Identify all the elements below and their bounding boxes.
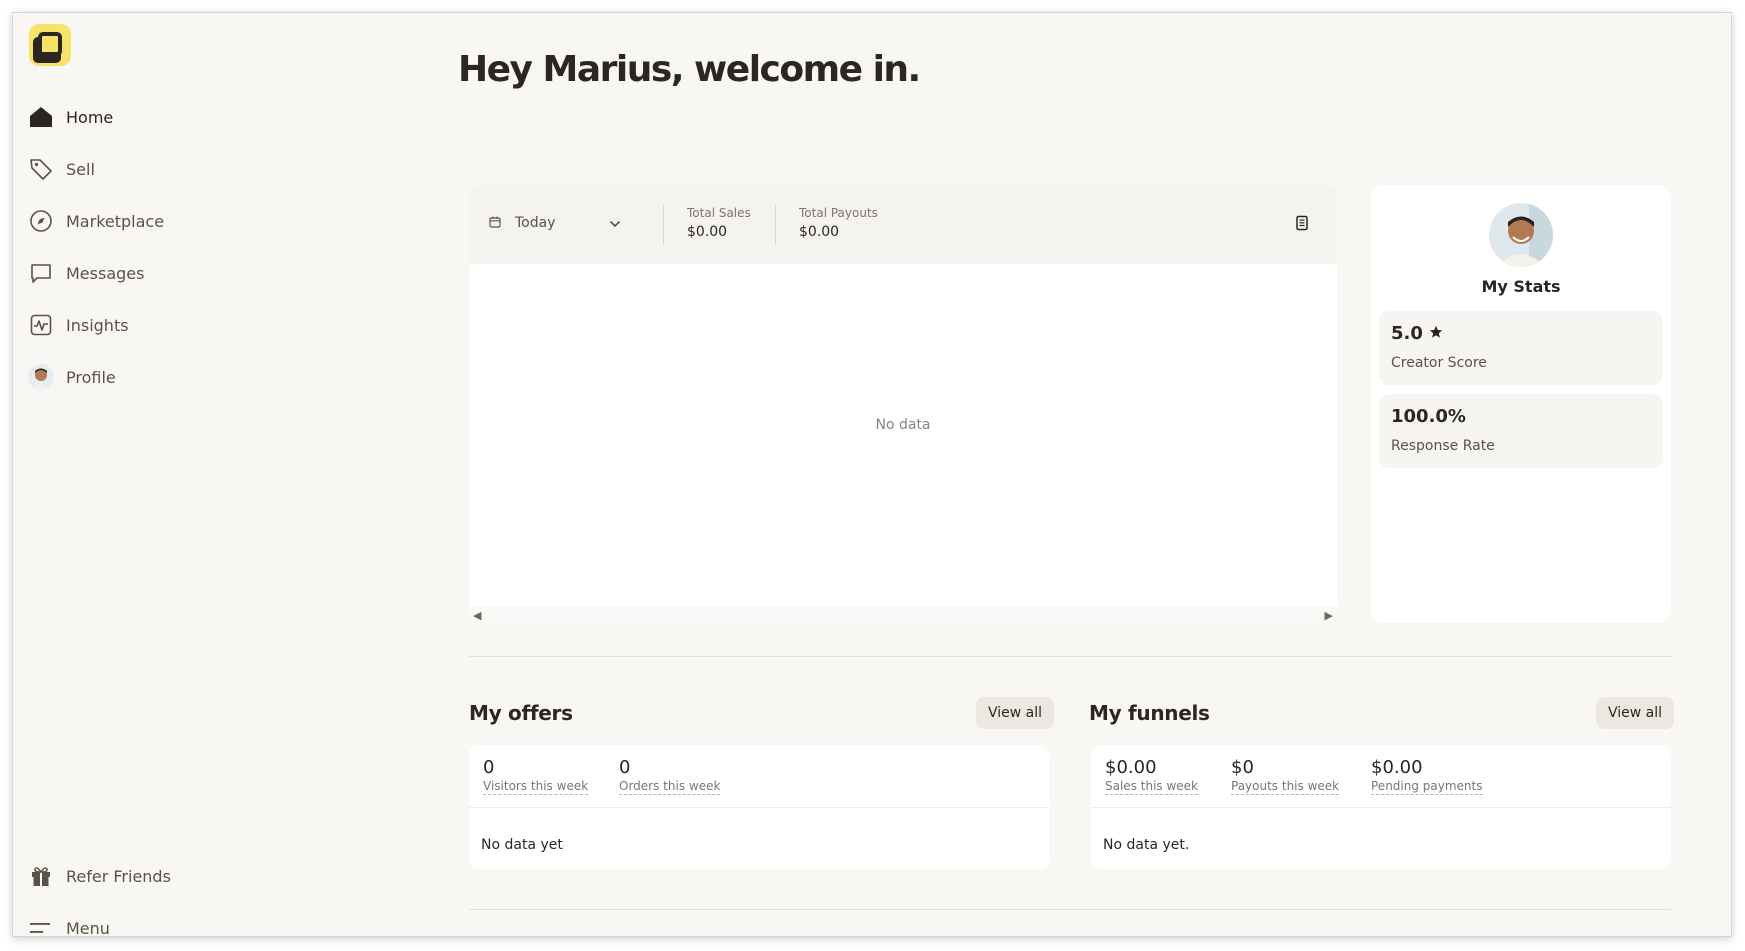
sidebar-item-sell[interactable]: Sell (28, 143, 328, 195)
chart-scrollbar[interactable]: ◀ ▶ (469, 606, 1337, 623)
orders-kpi: 0 Orders this week (619, 757, 721, 795)
payouts-label[interactable]: Payouts this week (1231, 779, 1340, 795)
app-window: Home Sell Marketplace Messages Insights (12, 12, 1732, 937)
export-icon[interactable] (1295, 215, 1313, 233)
sidebar-item-insights[interactable]: Insights (28, 299, 328, 351)
total-payouts-label: Total Payouts (799, 206, 878, 220)
message-icon (28, 260, 54, 286)
sidebar-item-label: Insights (66, 315, 129, 335)
calendar-icon (489, 213, 501, 232)
sales-value: $0.00 (1105, 757, 1157, 778)
section-divider (469, 909, 1671, 910)
creator-score-value: 5.0 (1391, 323, 1423, 344)
sidebar-item-label: Marketplace (66, 211, 165, 231)
refer-friends-label: Refer Friends (66, 866, 171, 886)
sidebar-item-home[interactable]: Home (28, 91, 328, 143)
offers-title: My offers (469, 701, 573, 725)
payouts-value: $0 (1231, 757, 1254, 778)
tag-icon (28, 156, 54, 182)
total-sales-metric: Total Sales $0.00 (687, 206, 751, 240)
offers-card: 0 Visitors this week 0 Orders this week … (469, 745, 1049, 869)
offers-view-all-button[interactable]: View all (976, 697, 1055, 729)
sidebar-bottom: Refer Friends Menu (28, 850, 328, 937)
scroll-right-icon[interactable]: ▶ (1325, 609, 1333, 622)
sidebar-item-label: Home (66, 107, 114, 127)
sidebar-item-label: Sell (66, 159, 95, 179)
home-icon (28, 104, 54, 130)
pending-kpi: $0.00 Pending payments (1371, 757, 1483, 795)
total-sales-label: Total Sales (687, 206, 751, 220)
sidebar-item-label: Messages (66, 263, 145, 283)
pending-label[interactable]: Pending payments (1371, 779, 1483, 795)
orders-label[interactable]: Orders this week (619, 779, 721, 795)
chart-header: Today Total Sales $0.00 Total Payouts $0… (469, 185, 1337, 264)
gift-icon (28, 863, 54, 889)
funnels-title: My funnels (1089, 701, 1210, 725)
payouts-kpi: $0 Payouts this week (1231, 757, 1340, 795)
orders-value: 0 (619, 757, 631, 778)
response-rate-box: 100.0% Response Rate (1379, 394, 1663, 468)
stats-title: My Stats (1481, 277, 1561, 296)
pending-value: $0.00 (1371, 757, 1423, 778)
star-icon (1429, 323, 1443, 344)
menu-label: Menu (66, 918, 110, 937)
date-range-value: Today (515, 214, 556, 231)
avatar (1489, 203, 1553, 267)
chevron-down-icon (609, 213, 621, 232)
scroll-left-icon[interactable]: ◀ (473, 609, 481, 622)
divider (775, 205, 776, 245)
funnels-view-all-button[interactable]: View all (1596, 697, 1675, 729)
visitors-value: 0 (483, 757, 495, 778)
sidebar-item-messages[interactable]: Messages (28, 247, 328, 299)
section-divider (469, 656, 1671, 657)
visitors-kpi: 0 Visitors this week (483, 757, 589, 795)
response-rate-label: Response Rate (1391, 438, 1495, 454)
sidebar-nav: Home Sell Marketplace Messages Insights (28, 91, 328, 403)
date-range-select[interactable]: Today (489, 213, 621, 232)
divider (1091, 807, 1671, 808)
sidebar-item-marketplace[interactable]: Marketplace (28, 195, 328, 247)
funnels-empty-state: No data yet. (1103, 837, 1190, 853)
page-title: Hey Marius, welcome in. (458, 49, 921, 90)
funnels-card: $0.00 Sales this week $0 Payouts this we… (1091, 745, 1671, 869)
menu-button[interactable]: Menu (28, 902, 328, 937)
compass-icon (28, 208, 54, 234)
sales-label[interactable]: Sales this week (1105, 779, 1198, 795)
chart-icon (28, 312, 54, 338)
divider (469, 807, 1049, 808)
offers-empty-state: No data yet (481, 837, 563, 853)
app-logo[interactable] (29, 24, 71, 66)
chart-empty-state: No data (875, 417, 931, 433)
sales-chart-card: Today Total Sales $0.00 Total Payouts $0… (469, 185, 1337, 623)
refer-friends-link[interactable]: Refer Friends (28, 850, 328, 902)
my-stats-card: My Stats 5.0 Creator Score 100.0% Respon… (1371, 185, 1671, 623)
total-payouts-value: $0.00 (799, 224, 840, 240)
sidebar-item-profile[interactable]: Profile (28, 351, 328, 403)
sidebar-item-label: Profile (66, 367, 116, 387)
creator-score-label: Creator Score (1391, 355, 1487, 371)
sales-kpi: $0.00 Sales this week (1105, 757, 1198, 795)
avatar (28, 364, 54, 390)
response-rate-value: 100.0% (1391, 406, 1466, 427)
visitors-label[interactable]: Visitors this week (483, 779, 589, 795)
creator-score-box: 5.0 Creator Score (1379, 311, 1663, 385)
total-payouts-metric: Total Payouts $0.00 (799, 206, 878, 240)
divider (663, 205, 664, 245)
total-sales-value: $0.00 (687, 224, 728, 240)
menu-icon (28, 915, 54, 936)
